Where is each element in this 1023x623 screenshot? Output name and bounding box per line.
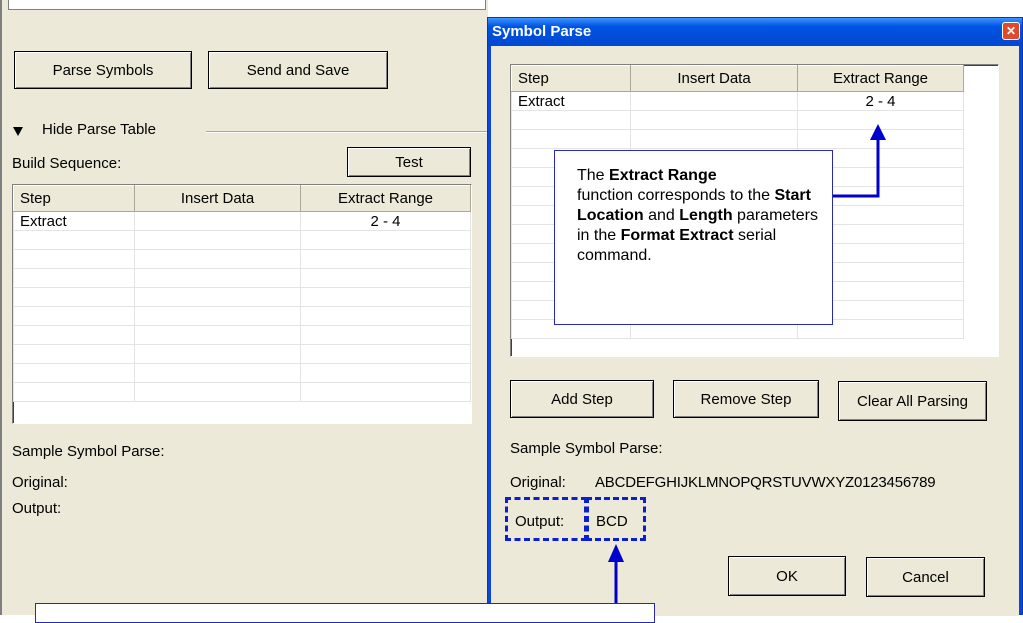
cancel-button[interactable]: Cancel bbox=[866, 557, 985, 597]
output-value-highlight bbox=[586, 497, 646, 541]
table-row[interactable] bbox=[13, 306, 471, 326]
callout-connector bbox=[833, 124, 886, 198]
original-label: Original: bbox=[12, 474, 68, 491]
table-row[interactable]: Extract 2 - 4 bbox=[13, 211, 471, 231]
cell-step[interactable]: Extract bbox=[13, 211, 135, 231]
send-and-save-button[interactable]: Send and Save bbox=[208, 51, 388, 89]
clear-all-parsing-button[interactable]: Clear All Parsing bbox=[838, 381, 987, 421]
cell-insert-data[interactable] bbox=[630, 91, 798, 111]
table-row[interactable] bbox=[13, 287, 471, 307]
arrow-up-icon bbox=[870, 124, 886, 140]
collapse-triangle-icon[interactable] bbox=[13, 127, 23, 136]
callout-bold: Format Extract bbox=[620, 227, 734, 244]
table-row[interactable] bbox=[13, 249, 471, 269]
sample-symbol-parse-label: Sample Symbol Parse: bbox=[12, 443, 165, 460]
left-parse-table[interactable]: Step Insert Data Extract Range Extract 2… bbox=[13, 185, 471, 402]
table-row[interactable]: Extract 2 - 4 bbox=[511, 91, 964, 111]
left-parse-table-frame: Step Insert Data Extract Range Extract 2… bbox=[12, 184, 472, 424]
table-row[interactable] bbox=[13, 268, 471, 288]
callout-box: The Extract Range function corresponds t… bbox=[554, 150, 833, 325]
group-divider bbox=[206, 131, 488, 133]
table-row[interactable] bbox=[13, 344, 471, 364]
cell-extract-range[interactable]: 2 - 4 bbox=[797, 91, 964, 111]
output-label-highlight bbox=[505, 497, 587, 541]
column-header-extract-range[interactable]: Extract Range bbox=[797, 65, 964, 92]
parse-symbols-button[interactable]: Parse Symbols bbox=[14, 51, 192, 89]
callout-bold: Extract Range bbox=[609, 167, 717, 184]
dialog-title: Symbol Parse bbox=[492, 23, 592, 40]
column-header-insert-data[interactable]: Insert Data bbox=[134, 185, 301, 212]
cell-insert-data[interactable] bbox=[134, 211, 301, 231]
arrow-up-icon bbox=[608, 544, 624, 562]
ok-button[interactable]: OK bbox=[728, 556, 846, 596]
close-icon: ✕ bbox=[1005, 24, 1017, 38]
add-step-button[interactable]: Add Step bbox=[510, 380, 654, 418]
remove-step-button[interactable]: Remove Step bbox=[673, 380, 819, 418]
column-header-extract-range[interactable]: Extract Range bbox=[300, 185, 471, 212]
table-row[interactable] bbox=[13, 230, 471, 250]
test-button[interactable]: Test bbox=[347, 147, 471, 177]
callout-text: and bbox=[643, 207, 680, 224]
table-row[interactable] bbox=[13, 325, 471, 345]
lower-callout-box bbox=[35, 603, 655, 623]
connector-line bbox=[833, 138, 880, 198]
column-header-step[interactable]: Step bbox=[511, 65, 631, 92]
cell-step[interactable]: Extract bbox=[511, 91, 631, 111]
build-sequence-label: Build Sequence: bbox=[12, 155, 122, 172]
callout-text: The bbox=[577, 167, 610, 184]
output-label: Output: bbox=[12, 500, 62, 517]
cell-extract-range[interactable]: 2 - 4 bbox=[300, 211, 471, 231]
dialog-titlebar[interactable]: Symbol Parse ✕ bbox=[488, 18, 1022, 46]
close-button[interactable]: ✕ bbox=[1002, 22, 1020, 40]
dialog-original-value: ABCDEFGHIJKLMNOPQRSTUVWXYZ0123456789 bbox=[595, 474, 936, 491]
top-field-strip bbox=[8, 0, 486, 10]
callout-bold: Length bbox=[679, 207, 733, 224]
dialog-sample-symbol-parse-label: Sample Symbol Parse: bbox=[510, 440, 663, 457]
column-header-insert-data[interactable]: Insert Data bbox=[630, 65, 798, 92]
callout-text: function corresponds to the bbox=[577, 187, 775, 204]
dialog-original-label: Original: bbox=[510, 474, 566, 491]
table-row[interactable] bbox=[13, 382, 471, 402]
table-row[interactable] bbox=[13, 363, 471, 383]
column-header-step[interactable]: Step bbox=[13, 185, 135, 212]
hide-parse-table-toggle[interactable]: Hide Parse Table bbox=[42, 121, 156, 138]
